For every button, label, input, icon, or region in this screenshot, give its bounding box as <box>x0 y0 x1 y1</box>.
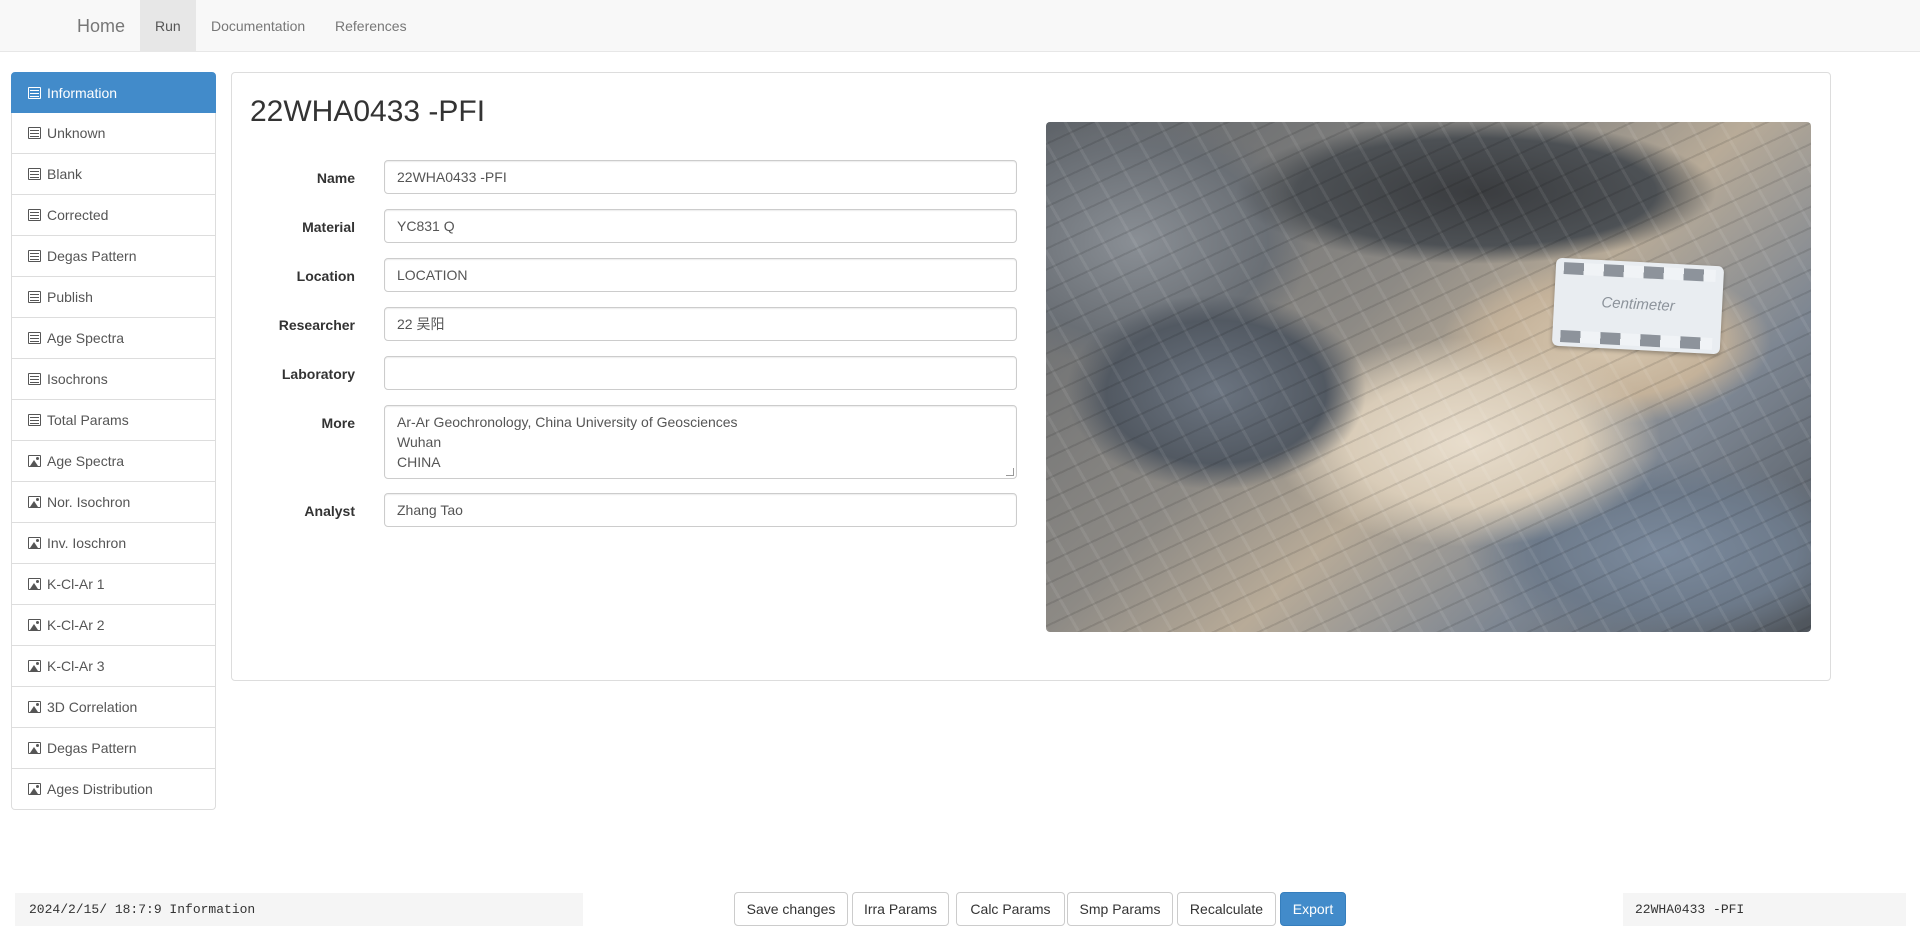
sidebar-item-3d-correlation[interactable]: 3D Correlation <box>11 687 216 728</box>
sidebar-item-label: Corrected <box>47 207 109 223</box>
more-textarea[interactable]: Ar-Ar Geochronology, China University of… <box>384 405 1017 479</box>
table-icon <box>28 332 41 344</box>
sidebar-item-inv-isochron[interactable]: Inv. Ioschron <box>11 523 216 564</box>
resize-grip[interactable] <box>1006 468 1014 476</box>
sidebar-item-isochrons[interactable]: Isochrons <box>11 359 216 400</box>
sidebar-item-age-spectra-table[interactable]: Age Spectra <box>11 318 216 359</box>
name-label: Name <box>316 170 355 186</box>
sidebar-item-blank[interactable]: Blank <box>11 154 216 195</box>
status-log: 2024/2/15/ 18:7:9 Information <box>15 893 583 926</box>
sidebar-item-label: Degas Pattern <box>47 248 137 264</box>
sidebar-item-label: Ages Distribution <box>47 781 153 797</box>
analyst-field[interactable]: Zhang Tao <box>384 493 1017 527</box>
scale-ruler-top <box>1563 262 1716 283</box>
nav-home-link[interactable]: Home <box>77 0 125 52</box>
researcher-field[interactable]: 22 吴阳 <box>384 307 1017 341</box>
more-text: Ar-Ar Geochronology, China University of… <box>397 414 738 470</box>
sidebar-item-nor-isochron[interactable]: Nor. Isochron <box>11 482 216 523</box>
picture-icon <box>28 701 41 713</box>
scale-ruler-bottom <box>1560 329 1713 350</box>
sidebar-item-degas-pattern-table[interactable]: Degas Pattern <box>11 236 216 277</box>
picture-icon <box>28 578 41 590</box>
sample-photo: Centimeter <box>1046 122 1811 632</box>
sidebar-item-label: Total Params <box>47 412 129 428</box>
sample-name-status: 22WHA0433 -PFI <box>1623 893 1906 926</box>
picture-icon <box>28 660 41 672</box>
sidebar-item-k-cl-ar-1[interactable]: K-Cl-Ar 1 <box>11 564 216 605</box>
top-navbar: Home Run Documentation References <box>0 0 1920 52</box>
sidebar-item-label: Publish <box>47 289 93 305</box>
location-label: Location <box>296 268 355 284</box>
table-icon <box>28 209 41 221</box>
sidebar-menu: Information Unknown Blank Corrected Dega… <box>11 72 216 810</box>
sidebar-item-unknown[interactable]: Unknown <box>11 113 216 154</box>
sidebar-item-label: K-Cl-Ar 2 <box>47 617 105 633</box>
sidebar-item-label: Isochrons <box>47 371 108 387</box>
table-icon <box>28 86 41 99</box>
export-button[interactable]: Export <box>1280 892 1346 926</box>
analyst-label: Analyst <box>304 503 355 519</box>
scale-card: Centimeter <box>1551 257 1725 355</box>
picture-icon <box>28 619 41 631</box>
laboratory-label: Laboratory <box>281 366 355 382</box>
page-title: 22WHA0433 -PFI <box>250 95 486 128</box>
picture-icon <box>28 783 41 795</box>
table-icon <box>28 250 41 262</box>
sidebar-item-age-spectra-figure[interactable]: Age Spectra <box>11 441 216 482</box>
information-panel: 22WHA0433 -PFI Name 22WHA0433 -PFI Mater… <box>231 72 1831 681</box>
table-icon <box>28 168 41 180</box>
picture-icon <box>28 537 41 549</box>
material-label: Material <box>302 219 355 235</box>
material-field[interactable]: YC831 Q <box>384 209 1017 243</box>
calc-params-button[interactable]: Calc Params <box>956 892 1065 926</box>
sidebar-item-label: K-Cl-Ar 1 <box>47 576 105 592</box>
sidebar-item-label: K-Cl-Ar 3 <box>47 658 105 674</box>
sidebar-item-degas-pattern-figure[interactable]: Degas Pattern <box>11 728 216 769</box>
researcher-label: Researcher <box>278 317 355 333</box>
sidebar-item-ages-distribution[interactable]: Ages Distribution <box>11 769 216 810</box>
nav-tab-references[interactable]: References <box>320 0 422 52</box>
sidebar-item-k-cl-ar-2[interactable]: K-Cl-Ar 2 <box>11 605 216 646</box>
sidebar-item-label: Age Spectra <box>47 330 125 346</box>
laboratory-field[interactable] <box>384 356 1017 390</box>
nav-tab-run[interactable]: Run <box>140 0 196 52</box>
sidebar-item-label: Nor. Isochron <box>47 494 131 510</box>
table-icon <box>28 127 41 139</box>
sidebar-item-total-params[interactable]: Total Params <box>11 400 216 441</box>
sidebar-item-label: Unknown <box>47 125 106 141</box>
more-label: More <box>321 415 355 431</box>
scale-card-label: Centimeter <box>1600 294 1676 315</box>
sidebar-item-label: Inv. Ioschron <box>47 535 127 551</box>
save-changes-button[interactable]: Save changes <box>734 892 848 926</box>
nav-tab-documentation[interactable]: Documentation <box>196 0 320 52</box>
smp-params-button[interactable]: Smp Params <box>1067 892 1173 926</box>
picture-icon <box>28 496 41 508</box>
sidebar-item-publish[interactable]: Publish <box>11 277 216 318</box>
picture-icon <box>28 742 41 754</box>
sidebar-item-information[interactable]: Information <box>11 72 216 113</box>
sidebar-item-label: Degas Pattern <box>47 740 137 756</box>
table-icon <box>28 414 41 426</box>
table-icon <box>28 373 41 385</box>
rock-texture <box>1046 122 1811 632</box>
sidebar-item-k-cl-ar-3[interactable]: K-Cl-Ar 3 <box>11 646 216 687</box>
name-field[interactable]: 22WHA0433 -PFI <box>384 160 1017 194</box>
irra-params-button[interactable]: Irra Params <box>852 892 949 926</box>
recalculate-button[interactable]: Recalculate <box>1177 892 1276 926</box>
sidebar-item-label: Information <box>47 84 118 101</box>
location-field[interactable]: LOCATION <box>384 258 1017 292</box>
table-icon <box>28 291 41 303</box>
sidebar-item-label: 3D Correlation <box>47 699 138 715</box>
sidebar-item-corrected[interactable]: Corrected <box>11 195 216 236</box>
sidebar-item-label: Blank <box>47 166 83 182</box>
sidebar-item-label: Age Spectra <box>47 453 125 469</box>
picture-icon <box>28 455 41 467</box>
